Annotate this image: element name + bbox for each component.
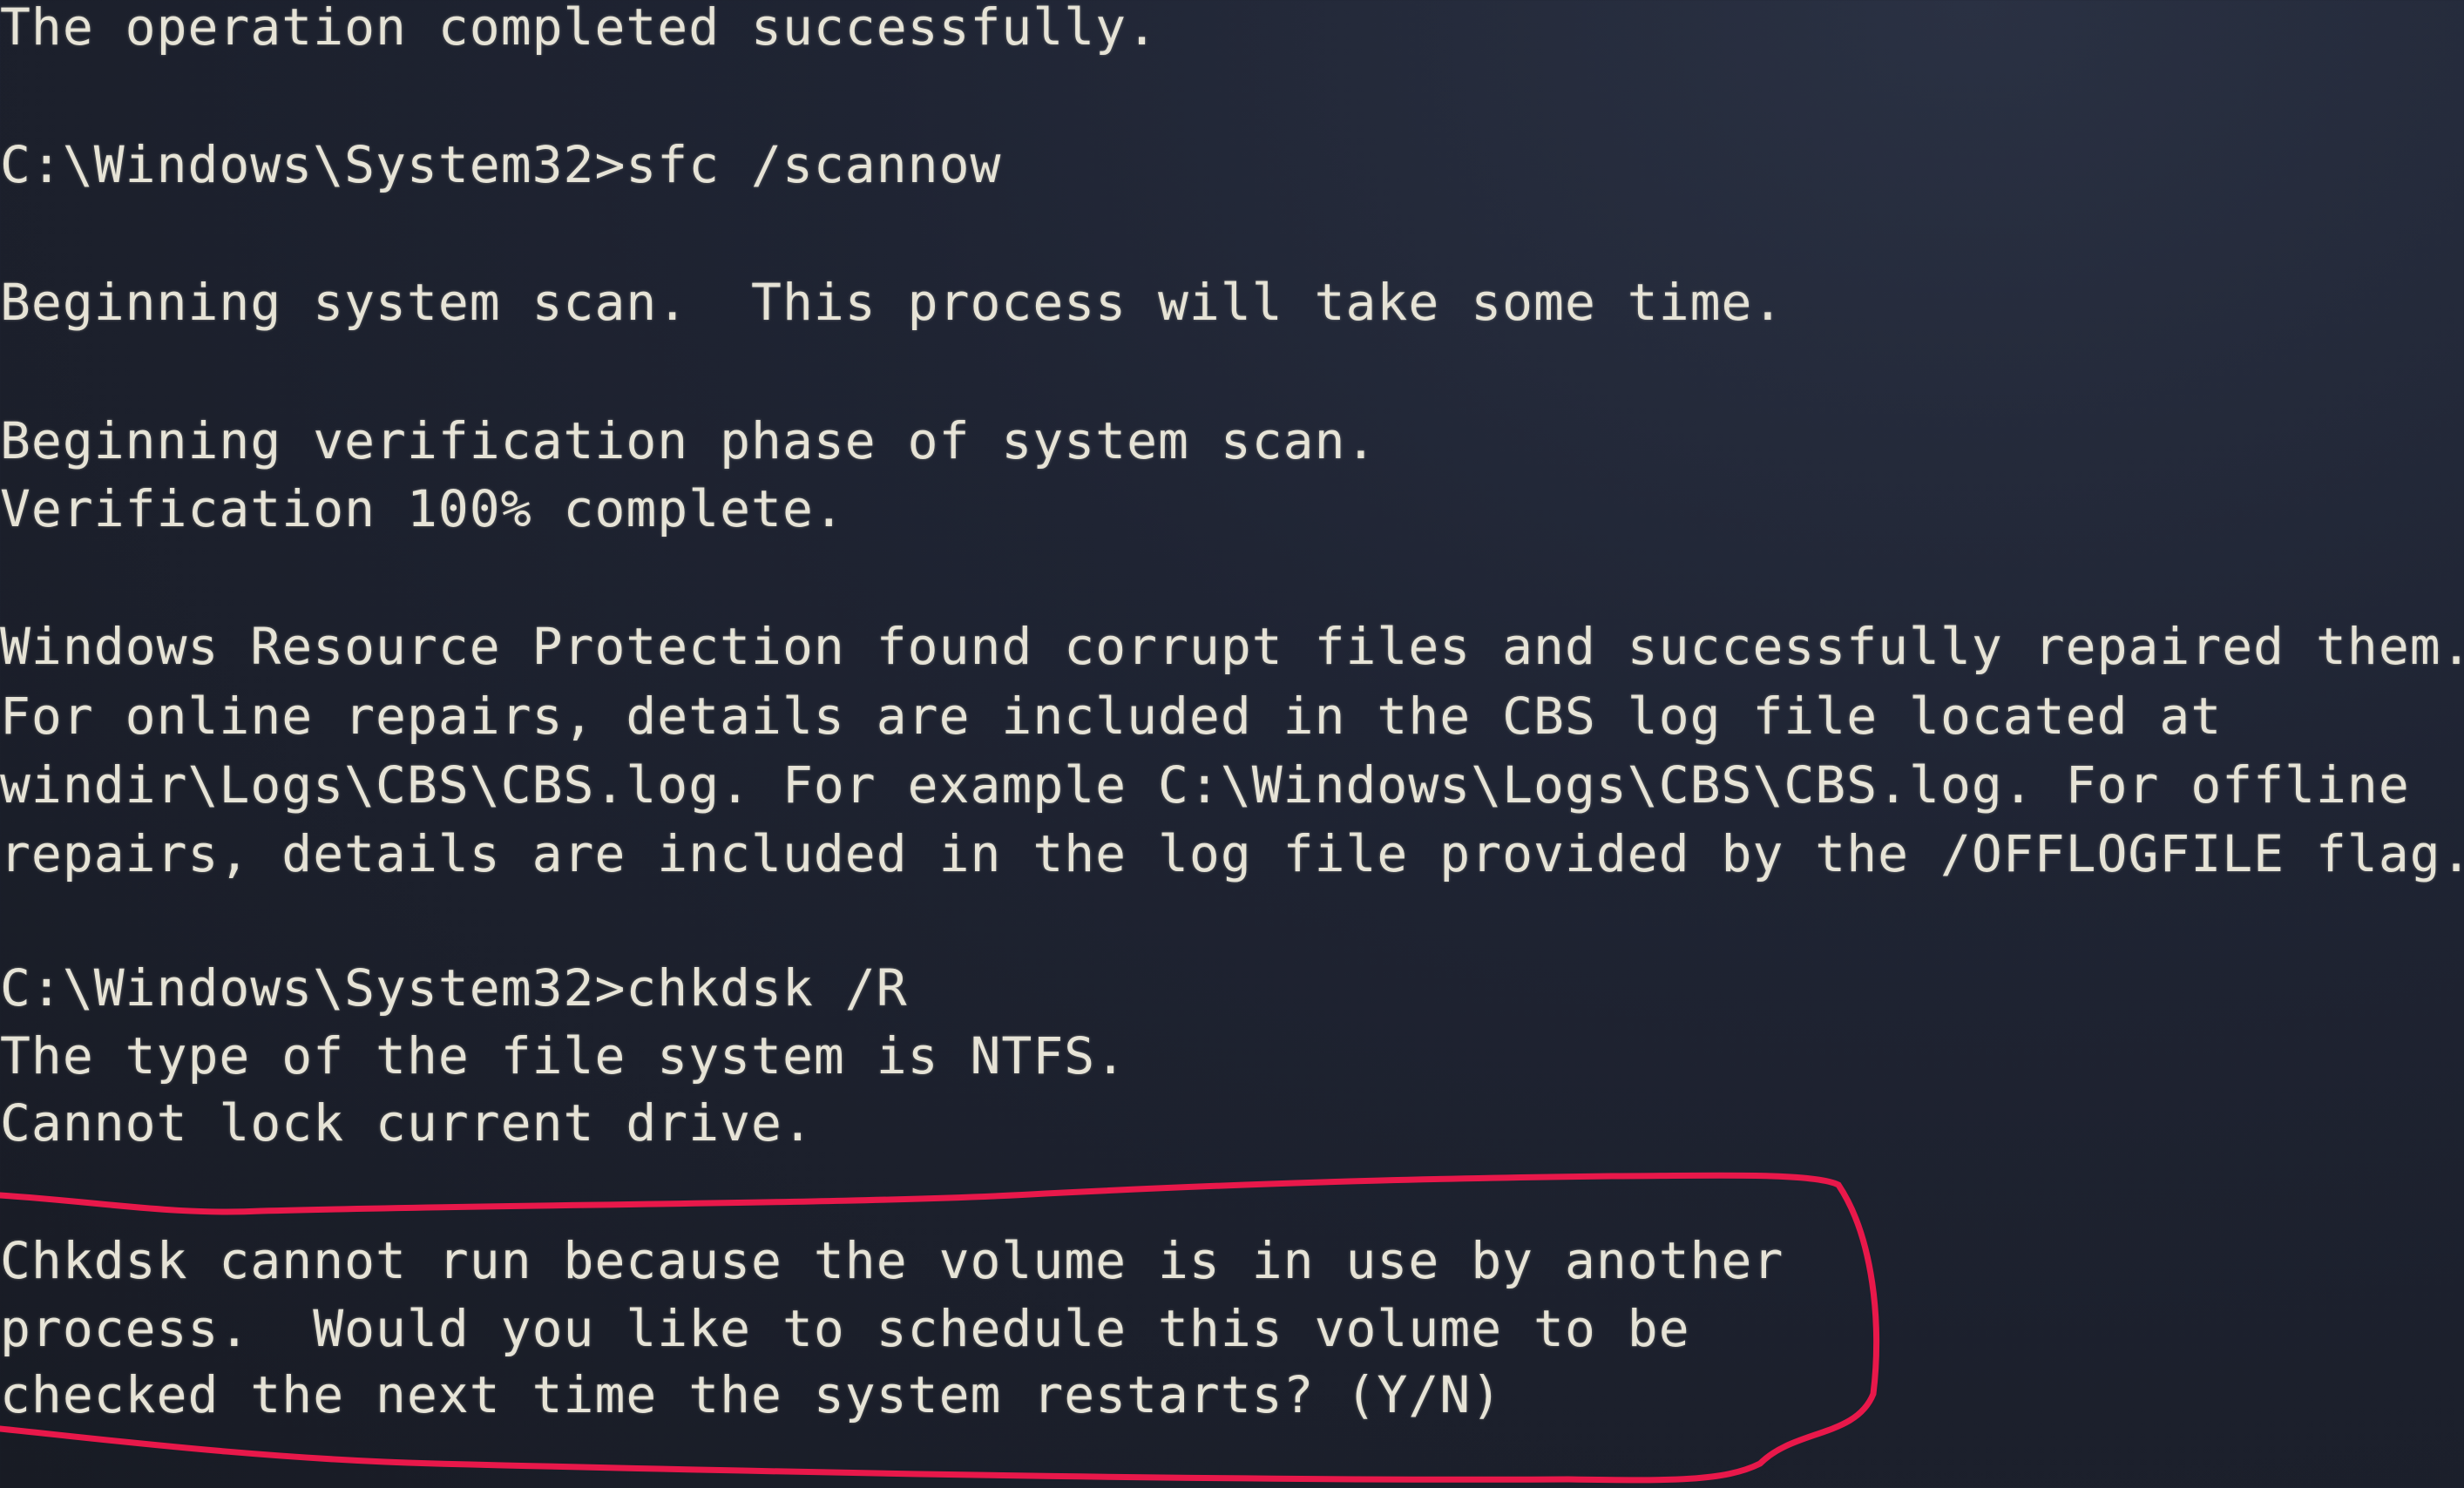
hand-drawn-outline (0, 1172, 1880, 1484)
red-highlight-annotation (0, 1172, 1880, 1484)
